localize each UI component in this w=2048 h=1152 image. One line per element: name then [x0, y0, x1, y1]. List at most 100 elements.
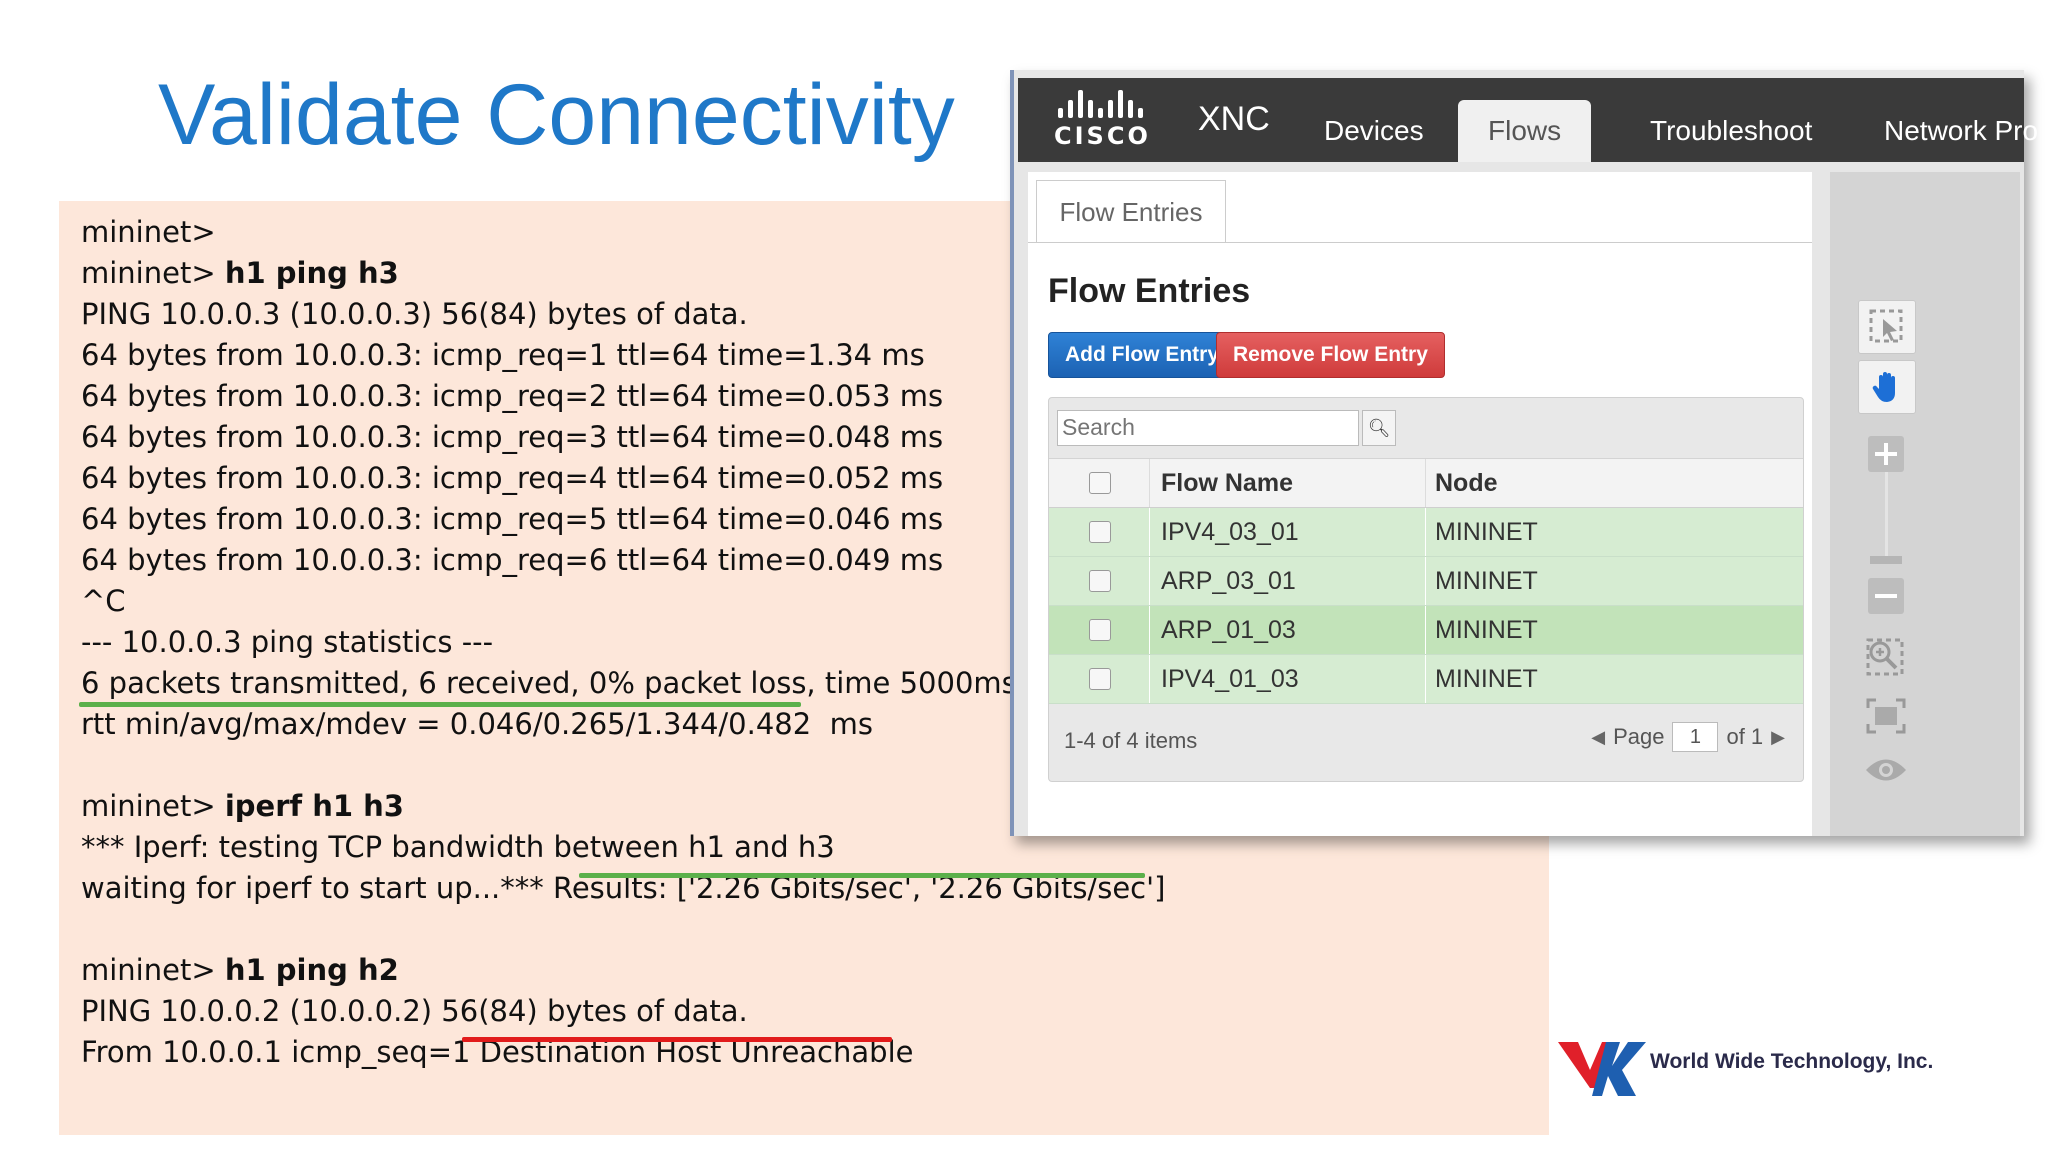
column-flow-name[interactable]: Flow Name — [1161, 459, 1293, 507]
search-input[interactable] — [1058, 411, 1356, 443]
terminal-line: 64 bytes from 10.0.0.3: icmp_req=3 ttl=6… — [81, 417, 1165, 458]
flow-panel: Flow Entries Flow Entries Add Flow Entry… — [1028, 172, 1812, 836]
terminal-text: 64 bytes from 10.0.0.3: icmp_req=1 ttl=6… — [81, 338, 925, 372]
terminal-text: 64 bytes from 10.0.0.3: icmp_req=2 ttl=6… — [81, 379, 944, 413]
terminal-text: 64 bytes from 10.0.0.3: icmp_req=5 ttl=6… — [81, 502, 944, 536]
terminal-line: 64 bytes from 10.0.0.3: icmp_req=4 ttl=6… — [81, 458, 1165, 499]
packet-stats-underline — [79, 702, 801, 707]
terminal-text: mininet> — [81, 256, 225, 290]
terminal-text: 64 bytes from 10.0.0.3: icmp_req=4 ttl=6… — [81, 461, 944, 495]
page-label: Page — [1613, 724, 1665, 749]
node-cell: MININET — [1435, 567, 1538, 595]
terminal-line: ^C — [81, 581, 1165, 622]
search-field[interactable] — [1057, 410, 1359, 446]
terminal-line: mininet> — [81, 212, 1165, 253]
tab-network-pro[interactable]: Network Pro — [1854, 100, 2048, 162]
terminal-text: mininet> — [81, 789, 225, 823]
table-row[interactable]: IPV4_03_01 MININET — [1049, 508, 1803, 557]
search-icon[interactable]: 🔍︎ — [1362, 410, 1396, 446]
row-checkbox[interactable] — [1089, 619, 1111, 641]
section-title: Flow Entries — [1048, 272, 1251, 310]
terminal-text: mininet> — [81, 953, 225, 987]
select-all-checkbox[interactable] — [1089, 472, 1111, 494]
terminal-line: 64 bytes from 10.0.0.3: icmp_req=5 ttl=6… — [81, 499, 1165, 540]
next-page-icon[interactable]: ▶ — [1771, 727, 1785, 748]
terminal-command: iperf h1 h3 — [224, 789, 404, 823]
xnc-topbar: cisco XNC Devices Flows Troubleshoot Net… — [1018, 78, 2038, 162]
terminal-line: mininet> h1 ping h3 — [81, 253, 1165, 294]
flow-grid: 🔍︎ Flow Name Node IPV4_03_01 MININET ARP… — [1048, 397, 1804, 782]
terminal-text: PING 10.0.0.3 (10.0.0.3) 56(84) bytes of… — [81, 297, 748, 331]
zoom-region-icon[interactable] — [1858, 632, 1914, 684]
row-checkbox[interactable] — [1089, 570, 1111, 592]
terminal-line: mininet> h1 ping h2 — [81, 950, 1165, 991]
tab-flows[interactable]: Flows — [1458, 100, 1592, 162]
flow-name-cell: IPV4_03_01 — [1161, 518, 1299, 546]
row-checkbox[interactable] — [1089, 668, 1111, 690]
page-number-input[interactable]: 1 — [1672, 722, 1719, 752]
prev-page-icon[interactable]: ◀ — [1591, 727, 1605, 748]
terminal-line: 64 bytes from 10.0.0.3: icmp_req=1 ttl=6… — [81, 335, 1165, 376]
remove-flow-entry-button[interactable]: Remove Flow Entry — [1216, 332, 1445, 378]
flow-name-cell: ARP_01_03 — [1161, 616, 1296, 644]
node-cell: MININET — [1435, 616, 1538, 644]
company-name: World Wide Technology, Inc. — [1650, 1050, 1934, 1073]
table-header: Flow Name Node — [1049, 458, 1803, 509]
terminal-line: 6 packets transmitted, 6 received, 0% pa… — [81, 663, 1165, 704]
tab-devices[interactable]: Devices — [1294, 100, 1454, 162]
table-row[interactable]: ARP_03_01 MININET — [1049, 557, 1803, 606]
slide-title: Validate Connectivity — [158, 67, 955, 163]
terminal-lines: mininet> mininet> h1 ping h3 PING 10.0.0.3… — [81, 212, 1165, 1073]
zoom-slider-handle[interactable] — [1870, 556, 1902, 564]
table-row[interactable]: IPV4_01_03 MININET — [1049, 655, 1803, 704]
select-icon[interactable] — [1858, 300, 1916, 354]
fit-screen-icon[interactable] — [1858, 690, 1914, 742]
terminal-command: h1 ping h3 — [224, 256, 399, 290]
wwt-logo-mark — [1558, 1042, 1646, 1096]
subtab-flow-entries[interactable]: Flow Entries — [1036, 180, 1226, 243]
node-cell: MININET — [1435, 665, 1538, 693]
terminal-text: 64 bytes from 10.0.0.3: icmp_req=3 ttl=6… — [81, 420, 944, 454]
company-logo: World Wide Technology, Inc. — [1556, 1030, 1936, 1100]
terminal-line: PING 10.0.0.2 (10.0.0.2) 56(84) bytes of… — [81, 991, 1165, 1032]
hand-pan-icon[interactable] — [1858, 360, 1916, 414]
flow-name-cell: ARP_03_01 — [1161, 567, 1296, 595]
iperf-results-underline — [579, 873, 1145, 878]
app-name: XNC — [1198, 100, 1270, 138]
cisco-logo: cisco — [1054, 90, 1164, 154]
zoom-slider-track[interactable] — [1885, 472, 1888, 558]
terminal-line: rtt min/avg/max/mdev = 0.046/0.265/1.344… — [81, 704, 1165, 745]
terminal-text: mininet> — [81, 215, 216, 249]
terminal-line: --- 10.0.0.3 ping statistics --- — [81, 622, 1165, 663]
unreachable-underline — [462, 1037, 892, 1042]
terminal-text: *** Iperf: testing TCP bandwidth between… — [81, 830, 835, 864]
zoom-out-icon[interactable] — [1858, 570, 1914, 622]
row-checkbox[interactable] — [1089, 521, 1111, 543]
tab-troubleshoot[interactable]: Troubleshoot — [1620, 100, 1842, 162]
terminal-text: rtt min/avg/max/mdev = 0.046/0.265/1.344… — [81, 707, 873, 741]
pager: ◀ Page 1 of 1 ▶ — [1591, 722, 1785, 752]
column-node[interactable]: Node — [1435, 459, 1498, 507]
page-of-label: of 1 — [1726, 724, 1764, 749]
terminal-line: PING 10.0.0.3 (10.0.0.3) 56(84) bytes of… — [81, 294, 1165, 335]
terminal-text: --- 10.0.0.3 ping statistics --- — [81, 625, 494, 659]
terminal-command: h1 ping h2 — [224, 953, 399, 987]
node-cell: MININET — [1435, 518, 1538, 546]
terminal-text: 6 packets transmitted, 6 received, 0% pa… — [81, 666, 1017, 700]
flow-name-cell: IPV4_01_03 — [1161, 665, 1299, 693]
terminal-line: mininet> iperf h1 h3 — [81, 786, 1165, 827]
terminal-line: *** Iperf: testing TCP bandwidth between… — [81, 827, 1165, 868]
add-flow-entry-button[interactable]: Add Flow Entry — [1048, 332, 1236, 378]
terminal-line: 64 bytes from 10.0.0.3: icmp_req=2 ttl=6… — [81, 376, 1165, 417]
eye-icon[interactable] — [1858, 744, 1914, 796]
terminal-line: 64 bytes from 10.0.0.3: icmp_req=6 ttl=6… — [81, 540, 1165, 581]
terminal-text: 64 bytes from 10.0.0.3: icmp_req=6 ttl=6… — [81, 543, 944, 577]
terminal-text: ^C — [81, 584, 126, 618]
items-summary: 1-4 of 4 items — [1064, 728, 1198, 753]
topology-toolbar — [1830, 172, 2020, 836]
table-row[interactable]: ARP_01_03 MININET — [1049, 606, 1803, 655]
terminal-text: PING 10.0.0.2 (10.0.0.2) 56(84) bytes of… — [81, 994, 748, 1028]
xnc-window: cisco XNC Devices Flows Troubleshoot Net… — [1010, 70, 2038, 836]
